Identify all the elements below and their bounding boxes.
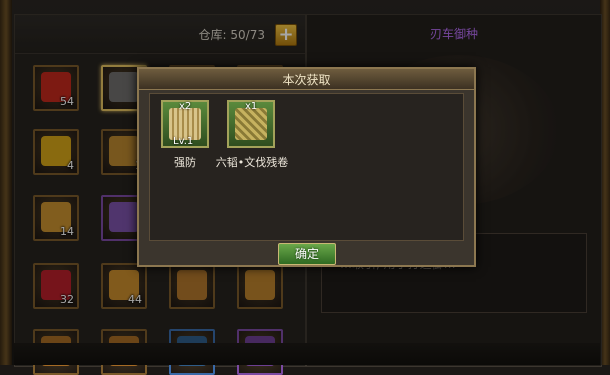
modal-title: 本次获取 xyxy=(282,73,331,87)
game-frame: 仓库: 50/73 + 54 4 1 14 xyxy=(0,0,610,375)
reward-quantity: x2 xyxy=(179,101,192,112)
confirm-button[interactable]: 确定 xyxy=(278,243,336,265)
reward-quantity: x1 xyxy=(245,101,258,112)
modal-titlebar: 本次获取 xyxy=(139,69,474,90)
modal-body: x2 Lv.1 强防 x1 六韬•文伐残卷 xyxy=(149,93,464,241)
bamboo-scroll-icon xyxy=(235,108,267,140)
reward-name: 强防 xyxy=(174,156,196,169)
reward-slot: x1 xyxy=(227,100,275,148)
reward-slot: x2 Lv.1 xyxy=(161,100,209,148)
reward-modal: 本次获取 x2 Lv.1 强防 x1 六韬•文伐残卷 确定 xyxy=(137,67,476,267)
reward-level: Lv.1 xyxy=(173,136,194,147)
modal-overlay: 本次获取 x2 Lv.1 强防 x1 六韬•文伐残卷 确定 xyxy=(0,0,610,365)
reward-name: 六韬•文伐残卷 xyxy=(215,156,289,169)
